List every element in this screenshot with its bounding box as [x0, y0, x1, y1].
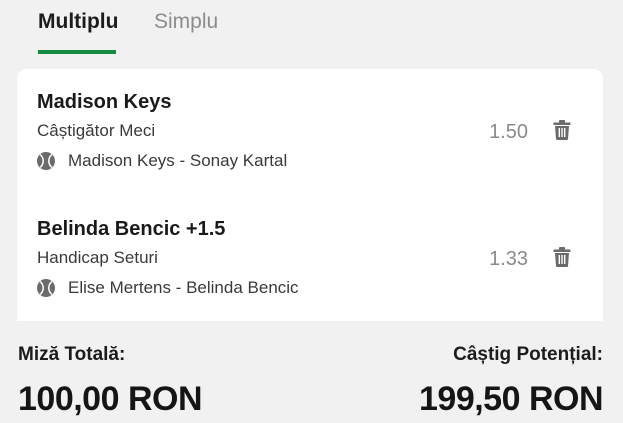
trash-icon	[553, 246, 571, 272]
selection-title: Madison Keys	[37, 91, 172, 113]
tab-simplu[interactable]: Simplu	[154, 9, 218, 35]
selection-market: Handicap Seturi	[37, 248, 158, 267]
bet-slip-card: Madison Keys Câștigător Meci Madison Key…	[17, 69, 603, 321]
selection-title: Belinda Bencic +1.5	[37, 218, 226, 240]
tab-multiplu[interactable]: Multiplu	[38, 9, 118, 35]
delete-selection-button[interactable]	[552, 119, 572, 145]
potential-win-value: 199,50 RON	[419, 380, 604, 418]
bet-summary: Miză Totală: Câștig Potențial: 100,00 RO…	[0, 321, 623, 423]
delete-selection-button[interactable]	[552, 246, 572, 272]
potential-win-label: Câștig Potențial:	[453, 344, 603, 365]
total-stake-value[interactable]: 100,00 RON	[18, 379, 203, 419]
selection-odds: 1.50	[489, 121, 528, 143]
selection-event: Madison Keys - Sonay Kartal	[37, 150, 287, 172]
event-name[interactable]: Elise Mertens - Belinda Bencic	[68, 277, 299, 299]
active-tab-indicator	[38, 50, 116, 54]
total-stake-label: Miză Totală:	[18, 344, 126, 365]
selection-market: Câștigător Meci	[37, 121, 156, 140]
bet-type-tabs: Multiplu Simplu	[0, 0, 623, 57]
selection-event: Elise Mertens - Belinda Bencic	[37, 277, 299, 299]
selection-item: Belinda Bencic +1.5 Handicap Seturi Elis…	[17, 216, 603, 321]
trash-icon	[553, 119, 571, 145]
selection-item: Madison Keys Câștigător Meci Madison Key…	[17, 89, 603, 199]
tennis-ball-icon	[37, 152, 55, 170]
tennis-ball-icon	[37, 279, 55, 297]
selection-odds: 1.33	[489, 248, 528, 270]
event-name[interactable]: Madison Keys - Sonay Kartal	[68, 150, 287, 172]
